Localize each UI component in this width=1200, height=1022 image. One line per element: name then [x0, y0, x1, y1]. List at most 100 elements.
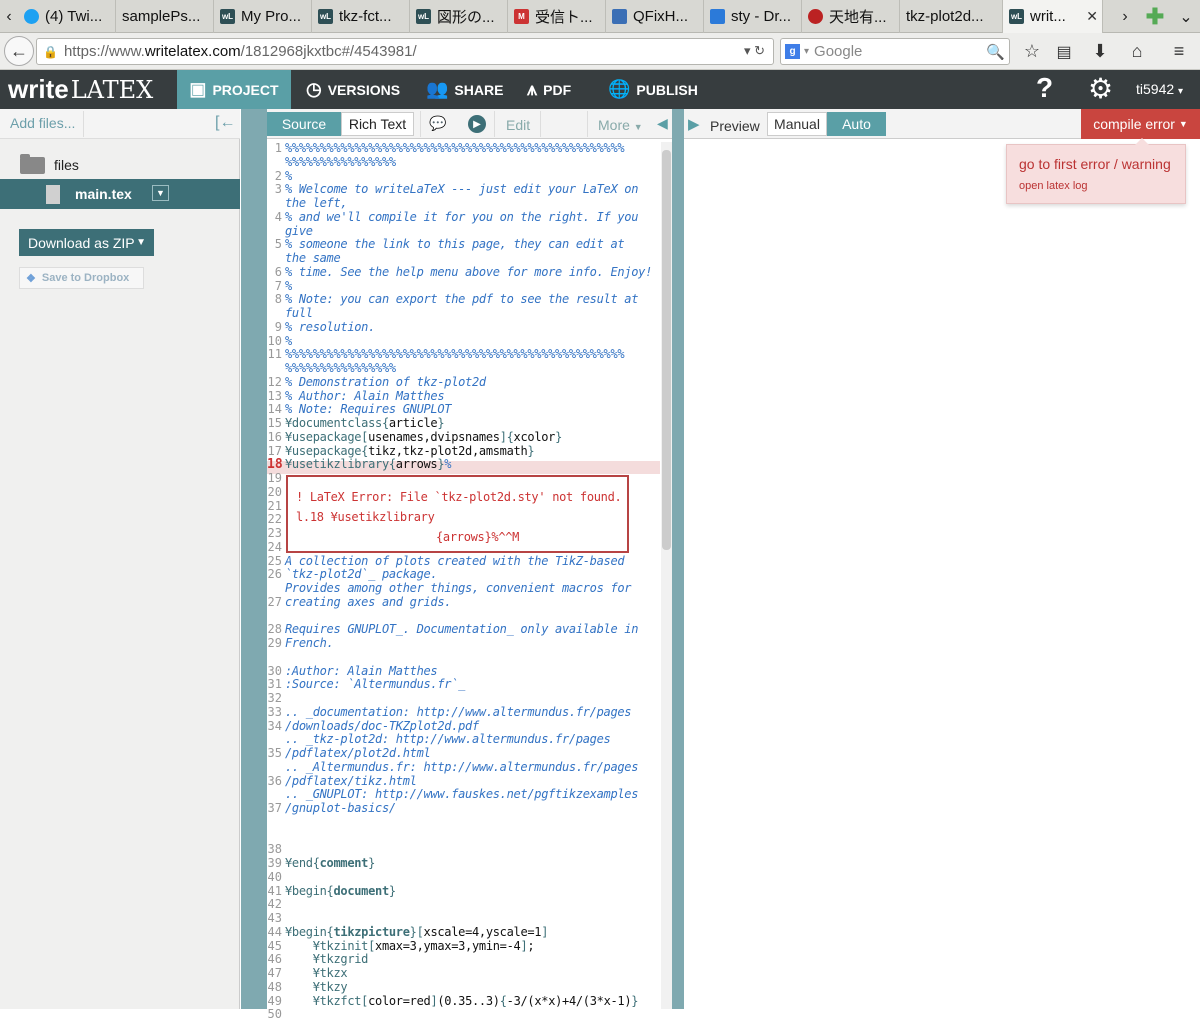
tab-source[interactable]: Source	[267, 112, 341, 136]
tab-scroll-left-icon[interactable]: ‹	[0, 0, 18, 33]
writelatex-logo[interactable]: write LATEX	[8, 73, 153, 106]
error-tooltip: ! LaTeX Error: File `tkz-plot2d.sty' not…	[286, 475, 629, 553]
browser-tab-active[interactable]: wL writ... ✕	[1003, 0, 1103, 33]
browser-tab-strip: ‹ (4) Twi... samplePs... wL My Pro... wL t…	[0, 0, 1200, 33]
nav-versions[interactable]: ◷ VERSIONS	[306, 70, 400, 109]
search-input[interactable]: g ▾ Google 🔍	[780, 38, 1010, 65]
folder-item[interactable]: files	[20, 153, 79, 175]
browser-tab[interactable]: samplePs...	[116, 0, 214, 33]
writelatex-icon: wL	[220, 9, 235, 24]
reading-list-icon[interactable]: ▤	[1050, 38, 1078, 65]
nav-share[interactable]: 👥 SHARE	[426, 70, 503, 109]
editor-border	[241, 109, 267, 1009]
tab-list-chevron-icon[interactable]: ⌄	[1172, 0, 1200, 33]
writelatex-icon: wL	[1009, 9, 1024, 24]
chevron-down-icon: ▾	[1178, 86, 1184, 97]
lock-icon: 🔒	[43, 44, 58, 59]
twitter-icon	[24, 9, 39, 24]
gear-icon[interactable]: ⚙	[1088, 72, 1113, 105]
gmail-icon: M	[514, 9, 529, 24]
comment-icon[interactable]: 💬	[429, 115, 447, 133]
dropbox-icon: ❖	[26, 272, 36, 285]
browser-tab[interactable]: sty - Dr...	[704, 0, 802, 33]
google-icon: g	[785, 44, 800, 59]
preview-toolbar: ▶ Preview Manual Auto compile error ▼	[684, 109, 1200, 139]
nav-pdf[interactable]: ⩚ PDF	[527, 70, 571, 109]
close-tab-icon[interactable]: ✕	[1086, 8, 1098, 25]
user-menu[interactable]: ti5942 ▾	[1136, 81, 1183, 97]
back-arrow-icon[interactable]: ←	[4, 36, 34, 66]
file-item-main-tex[interactable]: main.tex	[0, 179, 240, 209]
file-sidebar: Add files... [← files main.tex ▼ Downloa…	[0, 109, 240, 1009]
go-to-first-error-link[interactable]: go to first error / warning	[1019, 156, 1171, 172]
dropbox-icon	[710, 9, 725, 24]
chevron-down-icon: ▼	[1178, 119, 1188, 129]
compile-error-button[interactable]: compile error ▼	[1081, 109, 1200, 139]
browser-tab[interactable]: (4) Twi...	[18, 0, 116, 33]
manual-compile-button[interactable]: Manual	[767, 112, 827, 136]
add-files-button[interactable]: Add files...	[10, 115, 75, 131]
help-icon[interactable]: ?	[1036, 72, 1053, 104]
line-numbers: 1 2 3 4 5 6 7 8 9 10 11 12 13 14 15 16 17 18 19 20 21 22 23 24 2…	[267, 141, 283, 1022]
qfix-icon	[612, 9, 627, 24]
file-icon	[46, 184, 60, 204]
globe-icon: 🌐	[608, 79, 631, 99]
divider	[420, 111, 421, 137]
collapse-sidebar-icon[interactable]: [←	[215, 114, 235, 132]
reload-icon[interactable]: ▾ ↻	[744, 43, 765, 59]
collapse-left-arrow-icon[interactable]: ◀	[657, 115, 668, 132]
url-field[interactable]: 🔒 https://www. writelatex.com/1812968jkxt…	[36, 38, 774, 65]
browser-tab[interactable]: 天地有...	[802, 0, 900, 33]
open-latex-log-link[interactable]: open latex log	[1019, 180, 1088, 192]
people-icon: 👥	[426, 79, 449, 99]
file-menu-chevron-icon[interactable]: ▼	[152, 185, 169, 201]
divider	[83, 111, 84, 137]
compile-error-dropdown: go to first error / warning open latex l…	[1006, 138, 1186, 204]
code-editor[interactable]: %%%%%%%%%%%%%%%%%%%%%%%%%%%%%%%%%%%%%%%%…	[285, 141, 657, 1008]
divider	[540, 111, 541, 137]
home-icon[interactable]: ⌂	[1123, 38, 1151, 65]
edit-button[interactable]: Edit	[506, 117, 530, 133]
auto-compile-button[interactable]: Auto	[827, 112, 886, 136]
menu-icon[interactable]: ≡	[1165, 38, 1193, 65]
writelatex-icon: wL	[416, 9, 431, 24]
writelatex-icon: wL	[318, 9, 333, 24]
chevron-down-icon: ▼	[136, 237, 146, 248]
scrollbar-thumb[interactable]	[662, 150, 671, 550]
download-zip-button[interactable]: Download as ZIP ▼	[19, 229, 154, 256]
error-line-ref: l.18 ¥usetikzlibrary	[296, 510, 435, 524]
divider	[494, 111, 495, 137]
download-icon[interactable]: ⬇	[1086, 38, 1114, 65]
divider	[587, 111, 588, 137]
sidebar-toolbar: Add files... [←	[0, 109, 240, 139]
browser-tab[interactable]: tkz-plot2d...	[900, 0, 1003, 33]
folder-icon	[20, 153, 45, 174]
nav-publish[interactable]: 🌐 PUBLISH	[608, 70, 698, 109]
nav-project[interactable]: ▣ PROJECT	[177, 70, 291, 109]
site-icon	[808, 9, 823, 24]
editor-toolbar: Source Rich Text 💬 ▶ Edit More ▼ ◀	[267, 109, 672, 139]
chevron-down-icon: ▼	[633, 122, 643, 132]
bookmark-star-icon[interactable]: ☆	[1018, 38, 1046, 65]
pdf-icon: ⩚	[527, 79, 538, 99]
chevron-down-icon[interactable]: ▾	[804, 46, 809, 57]
tab-rich-text[interactable]: Rich Text	[341, 112, 414, 136]
browser-tab[interactable]: wL tkz-fct...	[312, 0, 410, 33]
new-tab-plus-icon[interactable]: ✚	[1140, 0, 1170, 33]
browser-tab[interactable]: wL My Pro...	[214, 0, 312, 33]
tab-scroll-right-icon[interactable]: ›	[1116, 0, 1134, 33]
search-icon[interactable]: 🔍	[986, 43, 1005, 61]
browser-tab[interactable]: QFixH...	[606, 0, 704, 33]
project-folder-icon: ▣	[189, 79, 207, 99]
save-to-dropbox-button[interactable]: ❖ Save to Dropbox	[19, 267, 144, 289]
error-message: ! LaTeX Error: File `tkz-plot2d.sty' not…	[296, 490, 622, 504]
preview-label: Preview	[710, 118, 760, 134]
error-context: {arrows}%^^M	[436, 530, 520, 544]
expand-right-arrow-icon[interactable]: ▶	[688, 115, 700, 133]
browser-tab[interactable]: M 受信ト...	[508, 0, 606, 33]
browser-navigation-bar: ← 🔒 https://www. writelatex.com/1812968jk…	[0, 33, 1200, 70]
more-menu-button[interactable]: More ▼	[598, 117, 643, 133]
browser-tab[interactable]: wL 図形の...	[410, 0, 508, 33]
play-icon[interactable]: ▶	[468, 115, 486, 133]
clock-icon: ◷	[306, 79, 322, 99]
